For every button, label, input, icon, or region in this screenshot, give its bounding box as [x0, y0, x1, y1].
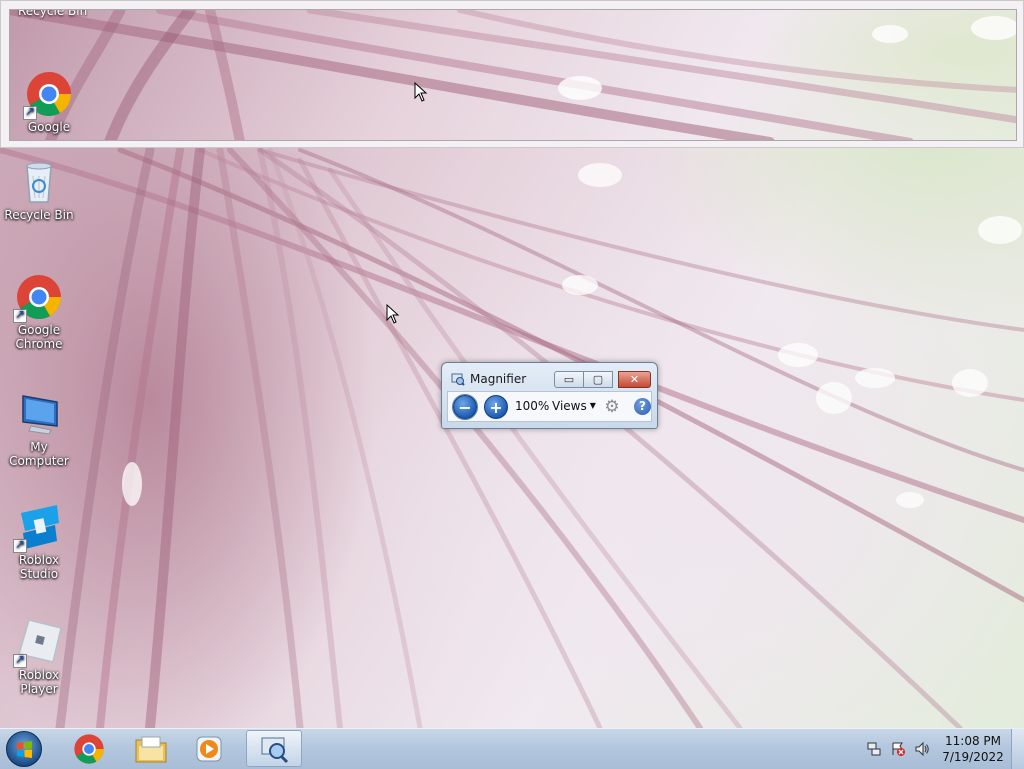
magnifier-icon	[261, 737, 289, 763]
taskbar-media-player[interactable]	[181, 730, 237, 767]
desktop-icon-label: Recycle Bin	[4, 208, 74, 222]
views-dropdown[interactable]: Views ▼	[552, 399, 596, 413]
chevron-down-icon: ▼	[589, 401, 596, 410]
windows-logo-icon	[17, 741, 32, 758]
desktop-icon-label: Roblox Studio	[18, 553, 60, 581]
taskbar-chrome[interactable]	[61, 730, 117, 767]
volume-icon[interactable]	[914, 741, 930, 757]
clock-date: 7/19/2022	[942, 750, 1004, 764]
help-icon: ?	[639, 399, 646, 413]
magnifier-toolbar: − + 100% Views ▼ ⚙ ?	[447, 391, 652, 422]
lens-partial-label: Recycle Bin	[18, 9, 88, 18]
views-label: Views	[552, 399, 587, 413]
minimize-button[interactable]: ▭	[554, 371, 584, 388]
network-icon[interactable]	[866, 741, 882, 757]
zoom-level: 100%	[515, 399, 550, 413]
desktop-icon-label: My Computer	[9, 440, 69, 468]
desktop-icon-my-computer[interactable]: My Computer	[0, 390, 78, 468]
show-desktop-button[interactable]	[1011, 729, 1024, 769]
clock-time: 11:08 PM	[945, 734, 1001, 748]
shortcut-arrow-icon	[13, 307, 27, 323]
shortcut-arrow-icon	[23, 104, 37, 120]
folder-icon	[135, 736, 167, 762]
magnifier-window[interactable]: Magnifier ▭ ▢ ✕ − + 100% Views ▼ ⚙ ?	[441, 362, 658, 429]
desktop-icon-recycle-bin[interactable]: Recycle Bin	[0, 158, 78, 222]
options-button[interactable]: ⚙	[603, 398, 621, 416]
recycle-bin-icon	[15, 158, 63, 206]
shortcut-arrow-icon	[13, 652, 27, 668]
maximize-icon: ▢	[592, 373, 604, 386]
taskbar-explorer[interactable]	[123, 730, 179, 767]
minus-icon: −	[458, 397, 472, 417]
system-clock[interactable]: 11:08 PM 7/19/2022	[932, 733, 1014, 765]
desktop-icon-label: Google Chrome	[15, 323, 63, 351]
chrome-icon	[13, 273, 63, 323]
zoom-in-button[interactable]: +	[484, 395, 508, 419]
taskbar-magnifier[interactable]	[246, 730, 302, 767]
plus-icon: +	[489, 397, 503, 417]
shortcut-arrow-icon	[13, 537, 27, 553]
start-button[interactable]	[6, 731, 42, 767]
help-button[interactable]: ?	[634, 398, 651, 415]
close-button[interactable]: ✕	[618, 371, 651, 388]
computer-icon	[15, 390, 63, 438]
close-icon: ✕	[629, 373, 640, 386]
desktop-icon-roblox-player[interactable]: Roblox Player	[0, 618, 78, 696]
roblox-studio-icon	[13, 503, 63, 553]
chrome-icon	[74, 733, 104, 764]
taskbar: 11:08 PM 7/19/2022	[0, 728, 1024, 769]
mouse-cursor-icon	[386, 304, 400, 324]
magnifier-lens-view: Recycle Bin Google	[0, 0, 1024, 148]
action-center-icon[interactable]	[890, 741, 906, 757]
magnifier-title: Magnifier	[470, 372, 527, 386]
desktop-icon-label: Roblox Player	[18, 668, 60, 696]
lens-google-label: Google	[27, 120, 71, 134]
desktop-icon-google-chrome[interactable]: Google Chrome	[0, 273, 78, 351]
gear-icon: ⚙	[604, 397, 620, 417]
media-player-icon	[196, 736, 222, 761]
magnified-content: Recycle Bin Google	[9, 9, 1017, 141]
roblox-player-icon	[13, 618, 63, 668]
desktop-icon-roblox-studio[interactable]: Roblox Studio	[0, 503, 78, 581]
lens-google-shortcut: Google	[10, 70, 88, 134]
minimize-icon: ▭	[563, 373, 575, 386]
zoom-out-button[interactable]: −	[452, 394, 478, 420]
chrome-icon	[23, 70, 73, 120]
maximize-button[interactable]: ▢	[583, 371, 613, 388]
magnifier-app-icon	[451, 373, 465, 386]
lens-cursor-icon	[414, 82, 428, 102]
